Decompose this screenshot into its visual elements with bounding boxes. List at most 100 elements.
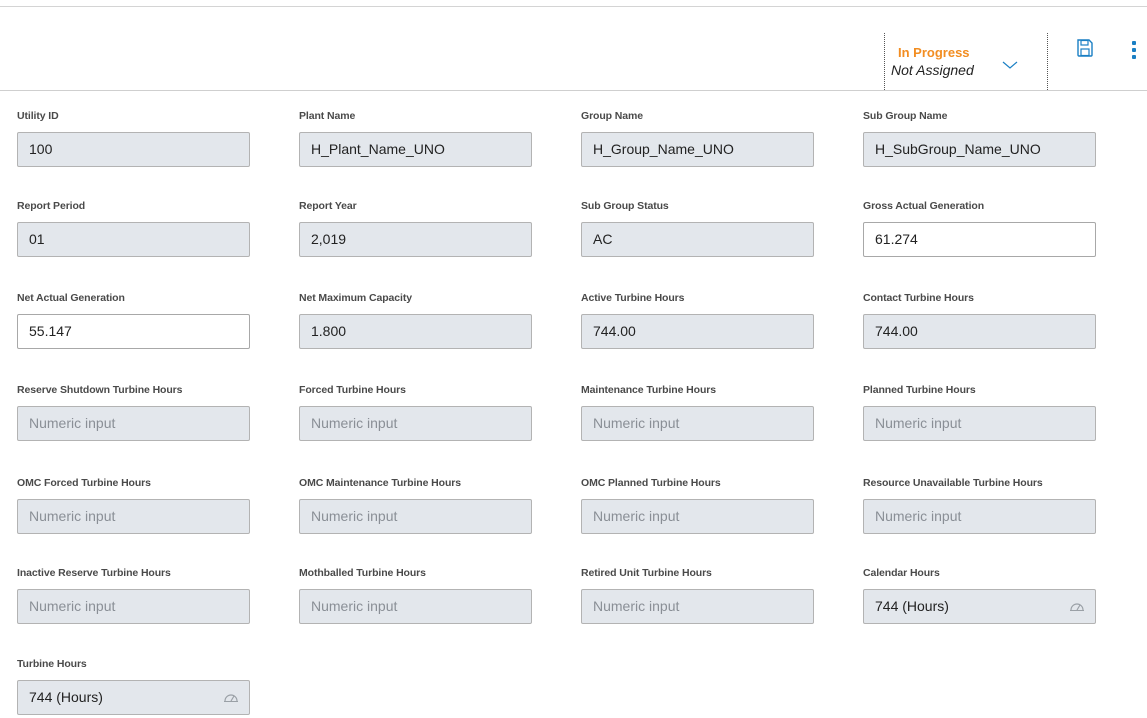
field-gross-actual-generation: Gross Actual Generation 61.274 (863, 200, 1098, 260)
field-utility-id: Utility ID 100 (17, 110, 252, 170)
omc-forced-turbine-hours-input[interactable]: Numeric input (17, 499, 250, 534)
planned-turbine-hours-input[interactable]: Numeric input (863, 406, 1096, 441)
net-actual-generation-input[interactable]: 55.147 (17, 314, 250, 349)
mothballed-turbine-hours-input[interactable]: Numeric input (299, 589, 532, 624)
report-year-input[interactable]: 2,019 (299, 222, 532, 257)
input-value: Numeric input (29, 508, 116, 524)
calculator-icon[interactable] (223, 691, 239, 703)
field-omc-maintenance-turbine-hours: OMC Maintenance Turbine Hours Numeric inp… (299, 477, 534, 537)
field-label: Resource Unavailable Turbine Hours (863, 477, 1043, 489)
field-label: Retired Unit Turbine Hours (581, 567, 712, 579)
field-plant-name: Plant Name H_Plant_Name_UNO (299, 110, 534, 170)
input-value: Numeric input (29, 415, 116, 431)
input-value: 744 (Hours) (875, 598, 949, 614)
input-value: AC (593, 231, 613, 247)
input-value: Numeric input (593, 598, 680, 614)
input-value: 744.00 (875, 323, 918, 339)
contact-turbine-hours-input[interactable]: 744.00 (863, 314, 1096, 349)
input-value: 744.00 (593, 323, 636, 339)
field-label: Net Actual Generation (17, 292, 125, 304)
field-label: Sub Group Name (863, 110, 948, 122)
retired-unit-turbine-hours-input[interactable]: Numeric input (581, 589, 814, 624)
calculator-icon[interactable] (1069, 600, 1085, 612)
field-label: OMC Planned Turbine Hours (581, 477, 721, 489)
field-label: Report Period (17, 200, 86, 212)
field-contact-turbine-hours: Contact Turbine Hours 744.00 (863, 292, 1098, 352)
input-value: 100 (29, 141, 53, 157)
omc-planned-turbine-hours-input[interactable]: Numeric input (581, 499, 814, 534)
field-turbine-hours: Turbine Hours 744 (Hours) (17, 658, 252, 718)
field-label: Sub Group Status (581, 200, 669, 212)
input-value: Numeric input (593, 508, 680, 524)
input-value: Numeric input (593, 415, 680, 431)
maintenance-turbine-hours-input[interactable]: Numeric input (581, 406, 814, 441)
calendar-hours-input[interactable]: 744 (Hours) (863, 589, 1096, 624)
input-value: 61.274 (875, 231, 918, 247)
field-label: Report Year (299, 200, 357, 212)
field-sub-group-status: Sub Group Status AC (581, 200, 816, 260)
input-value: H_Plant_Name_UNO (311, 141, 445, 157)
field-label: Inactive Reserve Turbine Hours (17, 567, 171, 579)
input-value: Numeric input (311, 415, 398, 431)
input-value: H_SubGroup_Name_UNO (875, 141, 1041, 157)
input-value: H_Group_Name_UNO (593, 141, 734, 157)
input-value: Numeric input (875, 415, 962, 431)
field-calendar-hours: Calendar Hours 744 (Hours) (863, 567, 1098, 627)
field-report-period: Report Period 01 (17, 200, 252, 260)
field-label: OMC Forced Turbine Hours (17, 477, 151, 489)
input-value: 01 (29, 231, 45, 247)
field-label: Gross Actual Generation (863, 200, 985, 212)
group-name-input[interactable]: H_Group_Name_UNO (581, 132, 814, 167)
input-value: Numeric input (875, 508, 962, 524)
input-value: Numeric input (311, 508, 398, 524)
field-label: Turbine Hours (17, 658, 87, 670)
field-label: Group Name (581, 110, 644, 122)
input-value: 2,019 (311, 231, 347, 247)
field-label: Forced Turbine Hours (299, 384, 406, 396)
field-label: Utility ID (17, 110, 59, 122)
active-turbine-hours-input[interactable]: 744.00 (581, 314, 814, 349)
field-label: Planned Turbine Hours (863, 384, 976, 396)
field-inactive-reserve-turbine-hours: Inactive Reserve Turbine Hours Numeric in… (17, 567, 252, 627)
field-maintenance-turbine-hours: Maintenance Turbine Hours Numeric input (581, 384, 816, 444)
inactive-reserve-turbine-hours-input[interactable]: Numeric input (17, 589, 250, 624)
field-resource-unavailable-turbine-hours: Resource Unavailable Turbine Hours Numeri… (863, 477, 1098, 537)
turbine-hours-input[interactable]: 744 (Hours) (17, 680, 250, 715)
net-maximum-capacity-input[interactable]: 1.800 (299, 314, 532, 349)
field-label: Active Turbine Hours (581, 292, 685, 304)
omc-maintenance-turbine-hours-input[interactable]: Numeric input (299, 499, 532, 534)
utility-id-input[interactable]: 100 (17, 132, 250, 167)
field-report-year: Report Year 2,019 (299, 200, 534, 260)
reserve-shutdown-turbine-hours-input[interactable]: Numeric input (17, 406, 250, 441)
field-label: Net Maximum Capacity (299, 292, 412, 304)
field-label: Reserve Shutdown Turbine Hours (17, 384, 183, 396)
input-value: Numeric input (29, 598, 116, 614)
field-retired-unit-turbine-hours: Retired Unit Turbine Hours Numeric input (581, 567, 816, 627)
field-group-name: Group Name H_Group_Name_UNO (581, 110, 816, 170)
plant-name-input[interactable]: H_Plant_Name_UNO (299, 132, 532, 167)
input-value: 1.800 (311, 323, 347, 339)
input-value: 55.147 (29, 323, 72, 339)
form-body: Utility ID 100 Plant Name H_Plant_Name_UNO G… (0, 0, 1147, 715)
field-omc-forced-turbine-hours: OMC Forced Turbine Hours Numeric input (17, 477, 252, 537)
field-mothballed-turbine-hours: Mothballed Turbine Hours Numeric input (299, 567, 534, 627)
field-label: Calendar Hours (863, 567, 940, 579)
report-period-input[interactable]: 01 (17, 222, 250, 257)
field-label: Contact Turbine Hours (863, 292, 974, 304)
gross-actual-generation-input[interactable]: 61.274 (863, 222, 1096, 257)
field-label: Maintenance Turbine Hours (581, 384, 716, 396)
field-omc-planned-turbine-hours: OMC Planned Turbine Hours Numeric input (581, 477, 816, 537)
field-net-actual-generation: Net Actual Generation 55.147 (17, 292, 252, 352)
field-net-maximum-capacity: Net Maximum Capacity 1.800 (299, 292, 534, 352)
field-active-turbine-hours: Active Turbine Hours 744.00 (581, 292, 816, 352)
resource-unavailable-turbine-hours-input[interactable]: Numeric input (863, 499, 1096, 534)
input-value: Numeric input (311, 598, 398, 614)
field-label: Mothballed Turbine Hours (299, 567, 426, 579)
forced-turbine-hours-input[interactable]: Numeric input (299, 406, 532, 441)
input-value: 744 (Hours) (29, 689, 103, 705)
field-planned-turbine-hours: Planned Turbine Hours Numeric input (863, 384, 1098, 444)
field-sub-group-name: Sub Group Name H_SubGroup_Name_UNO (863, 110, 1098, 170)
sub-group-name-input[interactable]: H_SubGroup_Name_UNO (863, 132, 1096, 167)
field-forced-turbine-hours: Forced Turbine Hours Numeric input (299, 384, 534, 444)
sub-group-status-input[interactable]: AC (581, 222, 814, 257)
